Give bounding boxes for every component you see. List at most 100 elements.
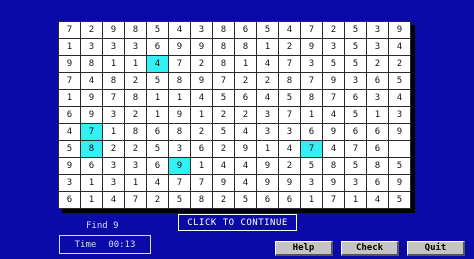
grid-cell[interactable]: 8 [124, 89, 147, 107]
grid-cell[interactable]: 9 [190, 72, 213, 90]
grid-cell[interactable]: 9 [322, 174, 345, 192]
grid-cell[interactable]: 8 [300, 89, 323, 107]
grid-cell[interactable]: 1 [58, 38, 81, 56]
grid-cell[interactable]: 5 [146, 140, 169, 158]
grid-cell[interactable]: 7 [300, 140, 323, 158]
grid-cell[interactable]: 5 [388, 191, 411, 209]
grid-cell[interactable]: 7 [322, 191, 345, 209]
grid-cell[interactable]: 6 [366, 140, 389, 158]
grid-cell[interactable]: 1 [300, 106, 323, 124]
grid-cell[interactable]: 8 [80, 55, 103, 73]
grid-cell[interactable]: 4 [102, 191, 125, 209]
grid-cell[interactable]: 4 [366, 191, 389, 209]
grid-cell[interactable]: 4 [234, 157, 257, 175]
grid-cell[interactable]: 5 [344, 106, 367, 124]
grid-cell[interactable]: 7 [102, 89, 125, 107]
grid-cell[interactable]: 6 [58, 106, 81, 124]
grid-cell[interactable]: 4 [234, 123, 257, 141]
grid-cell[interactable]: 5 [388, 157, 411, 175]
grid-cell[interactable]: 2 [80, 21, 103, 39]
grid-cell[interactable]: 3 [190, 21, 213, 39]
grid-cell[interactable]: 2 [124, 106, 147, 124]
grid-cell[interactable]: 5 [168, 191, 191, 209]
grid-cell[interactable]: 7 [322, 89, 345, 107]
grid-cell[interactable]: 4 [256, 55, 279, 73]
grid-cell[interactable]: 8 [322, 157, 345, 175]
grid-cell[interactable]: 1 [80, 191, 103, 209]
grid-cell[interactable]: 1 [234, 55, 257, 73]
grid-cell[interactable]: 6 [58, 191, 81, 209]
grid-cell[interactable]: 2 [366, 55, 389, 73]
grid-cell[interactable]: 5 [322, 55, 345, 73]
grid-cell[interactable]: 9 [212, 174, 235, 192]
grid-cell[interactable]: 7 [300, 21, 323, 39]
grid-cell[interactable]: 7 [58, 72, 81, 90]
grid-cell[interactable]: 3 [366, 89, 389, 107]
grid-cell[interactable]: 2 [212, 140, 235, 158]
grid-cell[interactable]: 5 [344, 38, 367, 56]
grid-cell[interactable]: 5 [146, 72, 169, 90]
grid-cell[interactable]: 6 [146, 38, 169, 56]
grid-cell[interactable]: 1 [190, 106, 213, 124]
grid-cell[interactable]: 9 [102, 21, 125, 39]
grid-cell[interactable]: 7 [168, 55, 191, 73]
grid-cell[interactable]: 6 [344, 89, 367, 107]
grid-cell[interactable]: 7 [168, 174, 191, 192]
grid-cell[interactable]: 3 [322, 38, 345, 56]
grid-cell[interactable]: 5 [146, 21, 169, 39]
grid-cell[interactable]: 3 [80, 38, 103, 56]
grid-cell[interactable]: 9 [256, 157, 279, 175]
grid-cell[interactable]: 6 [234, 21, 257, 39]
grid-cell[interactable]: 6 [366, 72, 389, 90]
grid-cell[interactable]: 8 [212, 55, 235, 73]
grid-cell[interactable]: 4 [190, 89, 213, 107]
grid-cell[interactable]: 3 [300, 174, 323, 192]
grid-cell[interactable]: 7 [344, 140, 367, 158]
grid-cell[interactable]: 5 [278, 89, 301, 107]
grid-cell[interactable]: 6 [80, 157, 103, 175]
grid-cell[interactable]: 2 [278, 157, 301, 175]
grid-cell[interactable]: 3 [58, 174, 81, 192]
grid-cell[interactable]: 9 [234, 140, 257, 158]
grid-cell[interactable]: 3 [278, 123, 301, 141]
grid-cell[interactable]: 7 [190, 174, 213, 192]
grid-cell[interactable]: 3 [168, 140, 191, 158]
grid-cell[interactable]: 9 [256, 174, 279, 192]
grid-cell[interactable]: 6 [366, 123, 389, 141]
click-to-continue-button[interactable]: CLICK TO CONTINUE [178, 214, 297, 231]
grid-cell[interactable]: 3 [102, 106, 125, 124]
grid-cell[interactable]: 9 [168, 106, 191, 124]
grid-cell[interactable]: 3 [388, 106, 411, 124]
grid-cell[interactable]: 2 [124, 140, 147, 158]
grid-cell[interactable]: 4 [80, 72, 103, 90]
grid-cell[interactable]: 9 [80, 106, 103, 124]
grid-cell[interactable]: 3 [124, 157, 147, 175]
grid-cell[interactable]: 2 [234, 106, 257, 124]
grid-cell[interactable]: 1 [256, 38, 279, 56]
grid-cell[interactable]: 4 [234, 174, 257, 192]
grid-cell[interactable]: 2 [190, 55, 213, 73]
grid-cell[interactable]: 5 [344, 157, 367, 175]
grid-cell[interactable]: 1 [80, 174, 103, 192]
grid-cell[interactable]: 1 [102, 55, 125, 73]
grid-cell[interactable]: 7 [80, 123, 103, 141]
grid-cell[interactable]: 7 [278, 106, 301, 124]
grid-cell[interactable]: 5 [58, 140, 81, 158]
grid-cell[interactable]: 8 [234, 38, 257, 56]
grid-cell[interactable]: 5 [212, 123, 235, 141]
grid-cell[interactable]: 5 [300, 157, 323, 175]
grid-cell[interactable]: 9 [300, 38, 323, 56]
grid-cell[interactable]: 4 [58, 123, 81, 141]
grid-cell[interactable]: 4 [168, 21, 191, 39]
grid-cell[interactable]: 3 [124, 38, 147, 56]
grid-cell[interactable]: 6 [146, 123, 169, 141]
grid-cell[interactable]: 4 [278, 21, 301, 39]
grid-cell[interactable]: 6 [344, 123, 367, 141]
grid-cell[interactable]: 8 [124, 123, 147, 141]
grid-cell[interactable]: 8 [366, 157, 389, 175]
grid-cell[interactable]: 8 [278, 72, 301, 90]
grid-cell[interactable]: 9 [58, 157, 81, 175]
grid-cell[interactable]: 6 [190, 140, 213, 158]
grid-cell[interactable]: 8 [80, 140, 103, 158]
grid-cell[interactable]: 2 [102, 140, 125, 158]
